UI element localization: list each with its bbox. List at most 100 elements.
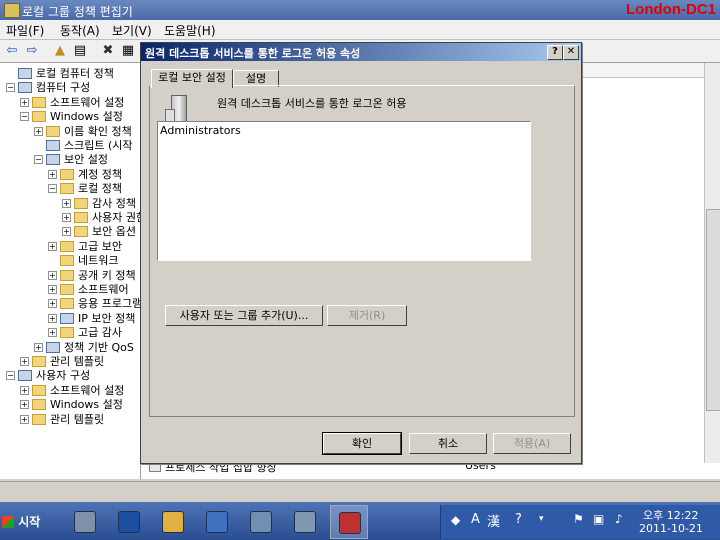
expand-icon[interactable]: + — [48, 270, 57, 280]
tree-item[interactable]: − Windows 설정 — [0, 109, 140, 124]
folder-icon — [60, 255, 74, 267]
dialog-title-bar[interactable]: 원격 데스크톱 서비스를 통한 로그온 허용 속성 ? ✕ — [141, 43, 581, 61]
delete-icon[interactable]: ✖ — [100, 43, 116, 59]
clock-time[interactable]: 오후 12:22 — [643, 507, 698, 523]
cancel-button[interactable]: 취소 — [409, 433, 487, 454]
explorer-icon[interactable] — [154, 505, 190, 537]
tree-item[interactable]: + 관리 템플릿 — [0, 354, 140, 369]
tree-item[interactable]: + 고급 감사 — [0, 325, 140, 340]
tree-item-label: 보안 옵션 — [92, 225, 136, 239]
tree-item-label: Windows 설정 — [50, 110, 123, 124]
scrollbar-thumb[interactable] — [706, 209, 720, 411]
clock-date[interactable]: 2011-10-21 — [639, 522, 703, 535]
member-item[interactable]: Administrators — [160, 124, 241, 137]
collapse-icon[interactable]: − — [34, 155, 43, 165]
expand-icon[interactable]: + — [34, 342, 43, 352]
back-arrow-icon[interactable]: ⇦ — [4, 43, 20, 59]
ime-icon[interactable]: ◆ — [451, 513, 460, 527]
tree-item[interactable]: + 응용 프로그램 — [0, 296, 140, 311]
tree-item[interactable]: + 계정 정책 — [0, 167, 140, 182]
expand-icon[interactable]: + — [20, 414, 29, 424]
menu-help[interactable]: 도움말(H) — [164, 22, 216, 39]
expand-icon[interactable]: + — [20, 385, 29, 395]
close-button[interactable]: ✕ — [563, 45, 579, 60]
expand-icon[interactable]: + — [48, 169, 57, 179]
tree-item[interactable]: + 관리 템플릿 — [0, 412, 140, 427]
tree-item[interactable]: 네트워크 — [0, 253, 140, 268]
system-tray: ◆ A 漢 ? ▾ ⚑ ▣ ♪ 오후 12:22 2011-10-21 — [440, 505, 720, 539]
powershell-icon[interactable] — [110, 505, 146, 537]
collapse-icon[interactable]: − — [20, 112, 29, 122]
tree-item[interactable]: + 정책 기반 QoS — [0, 340, 140, 355]
expand-icon[interactable]: + — [20, 400, 29, 410]
tree-item[interactable]: + 사용자 권한 — [0, 210, 140, 225]
help-icon[interactable]: ? — [515, 512, 522, 527]
tree-item[interactable]: + 소프트웨어 — [0, 282, 140, 297]
ime-mode-a[interactable]: A — [471, 512, 480, 527]
tree-item[interactable]: + 소프트웨어 설정 — [0, 95, 140, 110]
tree-item[interactable]: + 보안 옵션 — [0, 224, 140, 239]
tree-item[interactable]: − 로컬 정책 — [0, 181, 140, 196]
server-manager-icon[interactable] — [66, 505, 102, 537]
dialog-title: 원격 데스크톱 서비스를 통한 로그온 허용 속성 — [145, 47, 361, 60]
flag-icon[interactable]: ⚑ — [573, 512, 584, 526]
tree-item[interactable]: − 컴퓨터 구성 — [0, 80, 140, 95]
expand-icon[interactable]: + — [48, 285, 57, 294]
apply-button[interactable]: 적용(A) — [493, 433, 571, 454]
tree-item[interactable]: + 소프트웨어 설정 — [0, 383, 140, 398]
tree-item-label: 사용자 구성 — [36, 369, 91, 383]
ok-button[interactable]: 확인 — [322, 432, 402, 455]
collapse-icon[interactable]: − — [6, 83, 15, 93]
ime-mode-han[interactable]: 漢 — [487, 511, 500, 530]
tree-item-label: 공개 키 정책 — [78, 268, 136, 282]
tree-item-label: IP 보안 정책 — [78, 311, 136, 325]
tree-item[interactable]: + 감사 정책 — [0, 196, 140, 211]
show-hide-tree-icon[interactable]: ▤ — [72, 43, 88, 59]
remove-button[interactable]: 제거(R) — [327, 305, 407, 326]
network-tray-icon[interactable]: ▣ — [593, 512, 604, 526]
tree-item-label: 보안 설정 — [64, 153, 108, 167]
tree-item[interactable]: − 사용자 구성 — [0, 368, 140, 383]
tree-item[interactable]: 스크립트 (시작 — [0, 138, 140, 153]
add-user-button[interactable]: 사용자 또는 그룹 추가(U)... — [165, 305, 323, 326]
forward-arrow-icon[interactable]: ⇨ — [24, 43, 40, 59]
expand-icon[interactable]: + — [62, 198, 71, 208]
member-listbox[interactable]: Administrators — [157, 121, 531, 261]
expand-icon[interactable]: + — [48, 328, 57, 338]
computer-mgmt-icon[interactable] — [286, 505, 322, 537]
expand-icon[interactable]: + — [62, 213, 71, 222]
tree-item[interactable]: + Windows 설정 — [0, 397, 140, 412]
folder-icon — [46, 125, 60, 137]
volume-icon[interactable]: ♪ — [615, 512, 623, 526]
tray-expand-icon[interactable]: ▾ — [539, 514, 544, 524]
tree-item[interactable]: + IP 보안 정책 — [0, 311, 140, 326]
expand-icon[interactable]: + — [20, 357, 29, 366]
expand-icon[interactable]: + — [62, 227, 71, 237]
vertical-scrollbar[interactable] — [704, 63, 720, 463]
tree-item[interactable]: + 이름 확인 정책 — [0, 124, 140, 139]
tree-item[interactable]: + 공개 키 정책 — [0, 268, 140, 283]
menu-action[interactable]: 동작(A) — [60, 22, 100, 39]
collapse-icon[interactable]: − — [48, 184, 57, 194]
menu-view[interactable]: 보기(V) — [112, 22, 152, 39]
tab-local-security[interactable]: 로컬 보안 설정 — [151, 69, 233, 88]
up-folder-icon[interactable]: ▲ — [52, 43, 68, 59]
expand-icon[interactable]: + — [48, 241, 57, 251]
expand-icon[interactable]: + — [34, 126, 43, 136]
gpo-icon[interactable] — [198, 505, 234, 537]
menu-file[interactable]: 파일(F) — [6, 22, 44, 39]
network-icon[interactable] — [242, 505, 278, 537]
start-button[interactable]: 시작 — [2, 510, 46, 534]
toolbox-icon[interactable] — [330, 505, 368, 539]
title-bar[interactable]: 로컬 그룹 정책 편집기 London-DC1 — [0, 0, 720, 20]
properties-icon[interactable]: ▦ — [120, 43, 136, 59]
tree-item[interactable]: + 고급 보안 — [0, 239, 140, 254]
tree-item[interactable]: 로컬 컴퓨터 정책 — [0, 66, 140, 81]
help-button[interactable]: ? — [547, 45, 563, 60]
collapse-icon[interactable]: − — [6, 371, 15, 381]
expand-icon[interactable]: + — [48, 299, 57, 309]
expand-icon[interactable]: + — [20, 97, 29, 107]
tree-item[interactable]: − 보안 설정 — [0, 152, 140, 167]
tree-item-label: 고급 보안 — [78, 239, 122, 253]
expand-icon[interactable]: + — [48, 313, 57, 323]
